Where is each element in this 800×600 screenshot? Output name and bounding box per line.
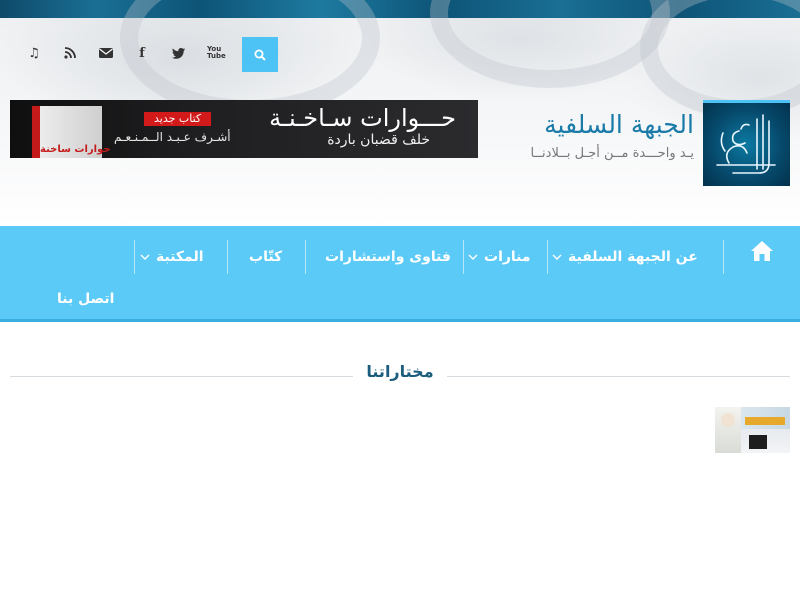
search-icon [254,49,266,61]
nav-item-contact[interactable]: اتصل بنا [57,282,114,316]
site-logo[interactable] [703,100,790,186]
nav-item-library[interactable]: المكتبة [140,240,204,274]
rss-icon[interactable] [52,40,88,66]
nav-item-manarat[interactable]: منارات [468,240,531,274]
nav-item-about[interactable]: عن الجبهة السلفية [552,240,698,274]
social-links: ♫ f You Tube [16,40,232,66]
nav-separator [547,240,548,274]
nav-item-fatwas[interactable]: فتاوى واستشارات [325,240,451,274]
nav-item-writers[interactable]: كتّاب [249,240,282,274]
book-banner[interactable]: حوارات ساخنة كتاب جديد أشـرف عـبـد الــم… [10,100,478,158]
twitter-icon-shape [171,47,185,59]
nav-separator [227,240,228,274]
main-nav: عن الجبهة السلفية منارات فتاوى واستشارات… [0,226,800,322]
nav-item-label: عن الجبهة السلفية [568,249,698,265]
envelope-icon[interactable] [88,40,124,66]
nav-item-label: منارات [484,249,531,265]
thumb-face [721,413,735,427]
section-divider [10,376,353,377]
featured-thumbnail[interactable] [715,407,790,453]
section-divider [447,376,790,377]
chevron-down-icon [468,252,478,263]
twitter-icon[interactable] [160,40,196,66]
nav-separator [463,240,464,274]
site-title[interactable]: الجبهة السلفية [544,110,694,139]
nav-item-label: اتصل بنا [57,291,115,307]
banner-title: حـــوارات سـاخـنـة [269,104,456,132]
nav-item-label: كتّاب [249,249,283,265]
decor-swirl [430,0,670,88]
home-icon-shape [751,241,773,261]
nav-item-label: المكتبة [156,249,204,265]
new-book-tag: كتاب جديد [144,112,212,126]
youtube-icon[interactable]: You Tube [196,40,232,66]
book-cover-title: حوارات ساخنة [40,144,111,155]
nav-item-label: فتاوى واستشارات [325,249,451,265]
banner-subtitle: خلف قضبان باردة [327,132,430,148]
rss-icon-shape [64,47,76,59]
youtube-icon-text: You Tube [207,45,226,60]
search-button[interactable] [242,37,278,72]
chevron-down-icon [140,252,150,263]
facebook-icon[interactable]: f [124,40,160,66]
thumb-photo-part [745,417,785,425]
envelope-icon-shape [99,48,113,58]
site-tagline: يـد واحـــدة مــن أجـل بــلادنــا [530,146,694,161]
nav-separator [305,240,306,274]
chevron-down-icon [552,252,562,263]
nav-separator [134,240,135,274]
featured-heading: مختاراتنا [366,362,434,381]
music-icon[interactable]: ♫ [16,40,52,66]
home-icon[interactable] [750,240,774,262]
logo-calligraphy-icon [716,114,776,174]
banner-supervisor: أشـرف عـبـد الــمـنـعـم [114,130,231,144]
nav-separator [723,240,724,274]
thumb-photo-part [749,435,767,449]
